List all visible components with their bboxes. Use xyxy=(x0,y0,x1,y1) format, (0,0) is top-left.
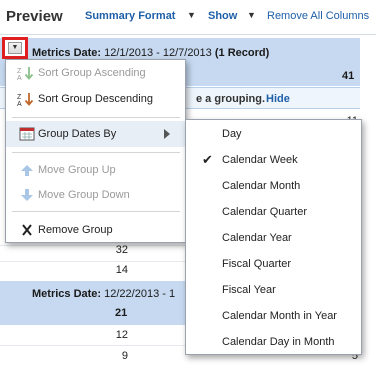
menu-separator xyxy=(12,152,180,153)
group-dates-by-submenu: Day ✔ Calendar Week Calendar Month Calen… xyxy=(185,119,362,355)
submenu-item-fiscal-year[interactable]: Fiscal Year xyxy=(186,277,361,303)
svg-text:Z: Z xyxy=(17,94,22,101)
arrow-down-icon xyxy=(21,189,33,201)
submenu-item-label: Fiscal Quarter xyxy=(222,258,292,270)
cell-value: 32 xyxy=(115,244,128,256)
group-menu-dropdown-icon[interactable]: ▼ xyxy=(8,42,22,54)
summary-format-dropdown-icon[interactable]: ▼ xyxy=(187,10,196,20)
menu-item-move-group-up[interactable]: Move Group Up xyxy=(6,157,185,183)
menu-item-label: Move Group Down xyxy=(38,189,130,201)
submenu-item-calendar-quarter[interactable]: Calendar Quarter xyxy=(186,199,361,225)
arrow-up-icon xyxy=(21,165,33,176)
menu-separator xyxy=(12,117,180,118)
menu-separator xyxy=(12,211,180,212)
svg-text:A: A xyxy=(17,101,22,106)
menu-item-label: Sort Group Descending xyxy=(38,93,153,105)
menu-item-label: Move Group Up xyxy=(38,164,116,176)
cell-value: 12 xyxy=(115,329,128,341)
calendar-icon xyxy=(19,127,35,141)
submenu-item-label: Calendar Week xyxy=(222,154,298,166)
group-2-total: 21 xyxy=(115,307,128,319)
grouping-hint-text: e a grouping. xyxy=(196,93,266,105)
submenu-item-label: Calendar Month in Year xyxy=(222,310,337,322)
cell-value: 14 xyxy=(115,264,128,276)
submenu-item-calendar-month[interactable]: Calendar Month xyxy=(186,173,361,199)
submenu-item-calendar-day-in-month[interactable]: Calendar Day in Month xyxy=(186,329,361,355)
hide-hint-link[interactable]: Hide xyxy=(266,93,290,105)
svg-text:Z: Z xyxy=(17,68,22,75)
remove-all-columns-link[interactable]: Remove All Columns xyxy=(267,10,369,22)
checkmark-icon: ✔ xyxy=(202,152,213,167)
submenu-item-label: Calendar Year xyxy=(222,232,292,244)
group-context-menu: Z A Sort Group Ascending Z A Sort Group … xyxy=(5,59,186,243)
show-button[interactable]: Show xyxy=(208,10,237,22)
menu-item-label: Sort Group Ascending xyxy=(38,67,146,79)
submenu-item-calendar-year[interactable]: Calendar Year xyxy=(186,225,361,251)
preview-title: Preview xyxy=(6,8,63,25)
submenu-item-label: Calendar Month xyxy=(222,180,301,192)
cell-value: 9 xyxy=(121,350,128,362)
show-dropdown-icon[interactable]: ▼ xyxy=(247,10,256,20)
menu-item-sort-ascending[interactable]: Z A Sort Group Ascending xyxy=(6,60,185,86)
group-menu-trigger-highlight[interactable]: ▼ xyxy=(2,37,28,59)
menu-item-label: Remove Group xyxy=(38,224,113,236)
submenu-item-label: Fiscal Year xyxy=(222,284,276,296)
submenu-item-calendar-week[interactable]: ✔ Calendar Week xyxy=(186,147,361,173)
submenu-item-day[interactable]: Day xyxy=(186,121,361,147)
sort-ascending-icon: Z A xyxy=(17,67,34,80)
submenu-item-calendar-month-in-year[interactable]: Calendar Month in Year xyxy=(186,303,361,329)
summary-format-button[interactable]: Summary Format xyxy=(85,10,175,22)
group-1-total: 41 xyxy=(342,70,355,82)
menu-item-remove-group[interactable]: Remove Group xyxy=(6,217,185,243)
menu-item-label: Group Dates By xyxy=(38,128,117,140)
menu-item-move-group-down[interactable]: Move Group Down xyxy=(6,182,185,208)
submenu-item-fiscal-quarter[interactable]: Fiscal Quarter xyxy=(186,251,361,277)
group-header-1-label: Metrics Date: 12/1/2013 - 12/7/2013 (1 R… xyxy=(32,47,270,59)
menu-item-group-dates-by[interactable]: Group Dates By xyxy=(6,121,185,147)
svg-text:A: A xyxy=(17,75,22,80)
submenu-item-label: Day xyxy=(222,128,242,140)
remove-x-icon xyxy=(22,224,32,236)
menu-item-sort-descending[interactable]: Z A Sort Group Descending xyxy=(6,86,185,112)
sort-descending-icon: Z A xyxy=(17,93,34,106)
preview-toolbar: Preview Summary Format ▼ Show ▼ Remove A… xyxy=(0,0,376,34)
submenu-item-label: Calendar Day in Month xyxy=(222,336,335,348)
submenu-arrow-icon xyxy=(164,129,170,139)
group-header-2-label: Metrics Date: 12/22/2013 - 1 xyxy=(32,288,176,300)
submenu-item-label: Calendar Quarter xyxy=(222,206,307,218)
